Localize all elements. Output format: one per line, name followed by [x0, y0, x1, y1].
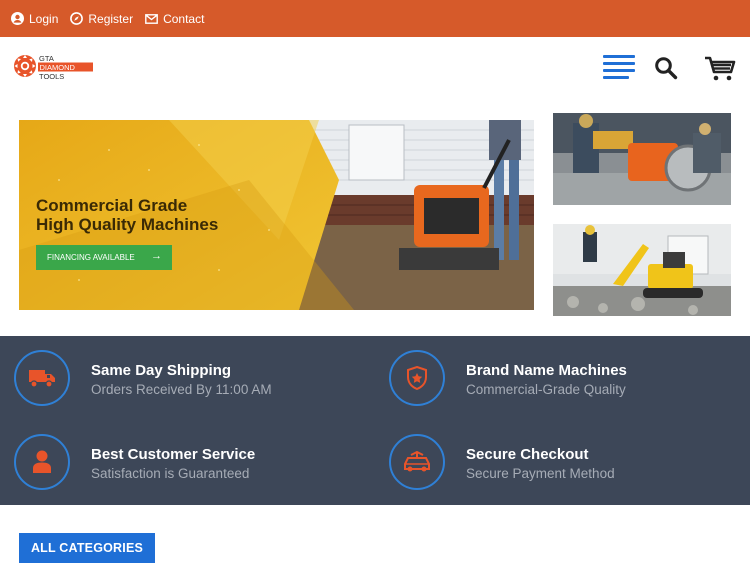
hero-title-line1: Commercial Grade	[36, 196, 188, 215]
feature-subtitle: Commercial-Grade Quality	[466, 382, 626, 397]
financing-button-label: FINANCING AVAILABLE	[47, 253, 135, 262]
register-link[interactable]: Register	[70, 12, 133, 26]
site-header: GTA DIAMOND TOOLS	[0, 37, 750, 99]
feature-title: Best Customer Service	[91, 446, 256, 463]
login-label: Login	[29, 11, 59, 26]
feature-icon-circle	[389, 350, 445, 406]
contact-label: Contact	[163, 11, 205, 26]
promo-image-saw[interactable]	[553, 113, 731, 205]
cart-icon[interactable]	[703, 54, 737, 82]
feature-subtitle: Satisfaction is Guaranteed	[91, 466, 250, 481]
hero-banner[interactable]: Commercial Grade High Quality Machines F…	[19, 120, 534, 310]
feature-service: Best Customer Service Satisfaction is Gu…	[14, 434, 354, 492]
user-icon	[33, 450, 51, 473]
promo-image-excavator[interactable]	[553, 224, 731, 316]
all-categories-button[interactable]: ALL CATEGORIES	[19, 533, 155, 563]
feature-subtitle: Secure Payment Method	[466, 466, 615, 481]
concrete-saw-image	[553, 113, 731, 205]
logo-text-gta: GTA	[39, 54, 54, 63]
register-label: Register	[88, 11, 134, 26]
feature-title: Same Day Shipping	[91, 362, 232, 379]
menu-icon[interactable]	[603, 55, 635, 81]
feature-subtitle: Orders Received By 11:00 AM	[91, 382, 272, 397]
saw-blade-icon	[14, 55, 36, 77]
logo-text-tools: TOOLS	[39, 72, 64, 81]
features-band: Same Day Shipping Orders Received By 11:…	[0, 336, 750, 505]
truck-icon	[29, 370, 55, 388]
login-link[interactable]: Login	[11, 12, 58, 26]
arrow-right-icon: →	[151, 250, 162, 262]
envelope-icon	[145, 12, 158, 25]
feature-shipping: Same Day Shipping Orders Received By 11:…	[14, 350, 354, 408]
feature-title: Secure Checkout	[466, 446, 589, 463]
feature-checkout: Secure Checkout Secure Payment Method	[389, 434, 729, 492]
search-icon[interactable]	[654, 56, 678, 80]
badge-icon	[407, 366, 427, 390]
feature-title: Brand Name Machines	[466, 362, 627, 379]
mini-excavator-image	[553, 224, 731, 316]
financing-button[interactable]: FINANCING AVAILABLE →	[36, 245, 172, 270]
site-logo[interactable]: GTA DIAMOND TOOLS	[13, 51, 95, 81]
feature-brands: Brand Name Machines Commercial-Grade Qua…	[389, 350, 729, 408]
logo-text-diamond: DIAMOND	[40, 63, 76, 72]
car-icon	[404, 451, 430, 472]
user-circle-icon	[11, 12, 24, 25]
feature-icon-circle	[389, 434, 445, 490]
contact-link[interactable]: Contact	[145, 12, 204, 26]
feature-icon-circle	[14, 434, 70, 490]
compass-icon	[70, 12, 84, 25]
hero-title-line2: High Quality Machines	[36, 215, 219, 234]
top-bar: Login Register Contact	[0, 0, 750, 37]
feature-icon-circle	[14, 350, 70, 406]
hero-title: Commercial Grade High Quality Machines	[36, 196, 218, 234]
